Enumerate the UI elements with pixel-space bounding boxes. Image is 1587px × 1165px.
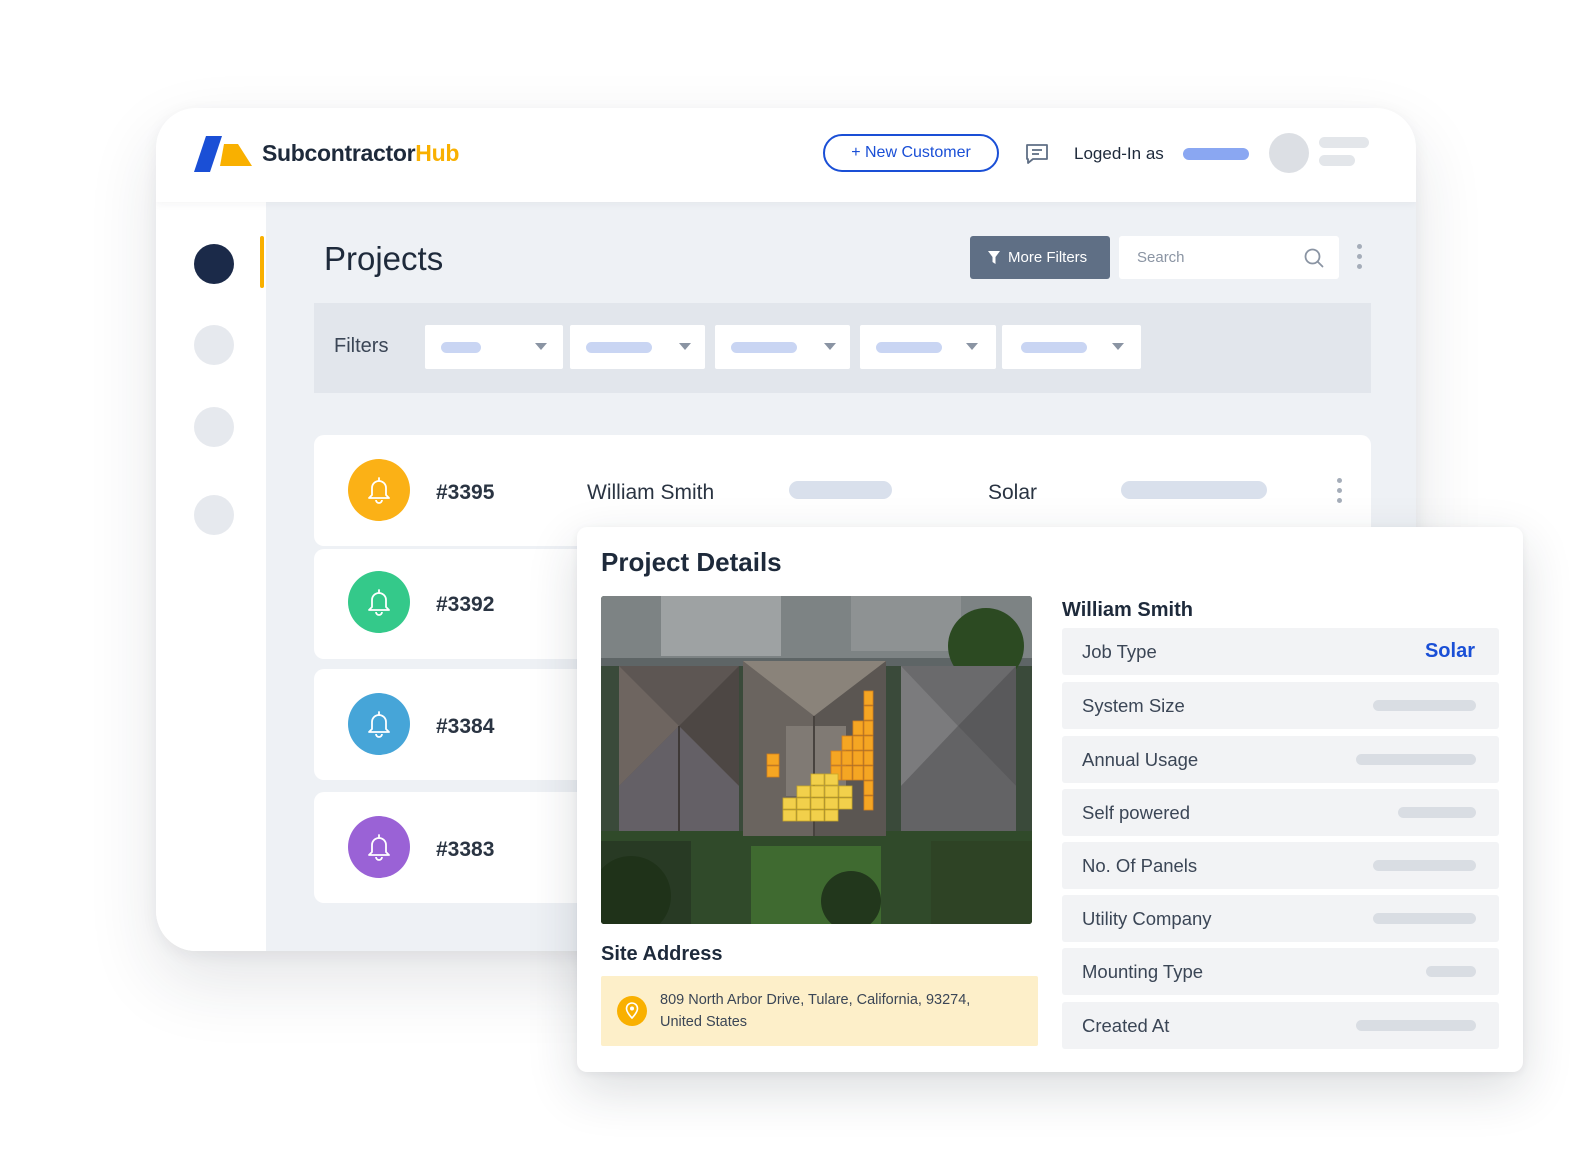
- aerial-roof-image: [601, 596, 1032, 924]
- bell-icon: [368, 589, 390, 616]
- location-pin-icon: [617, 996, 647, 1026]
- utility-company-placeholder: [1373, 913, 1476, 924]
- funnel-icon: [988, 251, 1000, 264]
- chevron-down-icon: [679, 343, 691, 350]
- search-input[interactable]: [1119, 236, 1299, 279]
- search-icon[interactable]: [1303, 247, 1325, 269]
- more-filters-button[interactable]: More Filters: [970, 236, 1110, 279]
- bell-icon: [368, 834, 390, 861]
- system-size-row: System Size: [1062, 682, 1499, 729]
- user-avatar[interactable]: [1269, 133, 1309, 173]
- sidebar-item-2[interactable]: [194, 325, 234, 365]
- page-more-options-icon[interactable]: [1357, 244, 1363, 270]
- mounting-type-label: Mounting Type: [1082, 961, 1204, 982]
- project-id: #3395: [436, 481, 495, 504]
- notification-badge: [348, 459, 410, 521]
- filter-dropdown-5[interactable]: [1002, 325, 1141, 369]
- chevron-down-icon: [966, 343, 978, 350]
- filter-dropdown-3[interactable]: [715, 325, 850, 369]
- created-at-label: Created At: [1082, 1015, 1170, 1036]
- details-customer-name: William Smith: [1062, 599, 1193, 621]
- subcontractor-hub-logo-icon[interactable]: [194, 136, 254, 172]
- annual-usage-label: Annual Usage: [1082, 749, 1199, 770]
- created-at-placeholder: [1356, 1020, 1476, 1031]
- self-powered-row: Self powered: [1062, 789, 1499, 836]
- system-size-label: System Size: [1082, 695, 1185, 716]
- utility-company-label: Utility Company: [1082, 908, 1212, 929]
- bell-icon: [368, 711, 390, 738]
- site-address-text: 809 North Arbor Drive, Tulare, Californi…: [660, 989, 1020, 1033]
- project-details-panel: Project Details Site Address 809 North A…: [577, 527, 1523, 1072]
- self-powered-label: Self powered: [1082, 802, 1190, 823]
- project-id: #3384: [436, 715, 495, 738]
- sidebar-item-projects[interactable]: [194, 244, 234, 284]
- project-id: #3383: [436, 838, 495, 861]
- chevron-down-icon: [1112, 343, 1124, 350]
- address-line-1: 809 North Arbor Drive, Tulare, Californi…: [660, 992, 971, 1008]
- more-filters-label: More Filters: [1008, 249, 1088, 266]
- panels-row: No. Of Panels: [1062, 842, 1499, 889]
- site-address-box: 809 North Arbor Drive, Tulare, Californi…: [601, 976, 1038, 1046]
- brand-name: SubcontractorHub: [262, 140, 460, 166]
- filter-dropdown-4[interactable]: [860, 325, 996, 369]
- logged-in-label: Loged-In as: [1074, 144, 1164, 163]
- notification-badge: [348, 571, 410, 633]
- chevron-down-icon: [824, 343, 836, 350]
- filters-bar: Filters: [314, 303, 1371, 393]
- job-type-row: Job Type Solar: [1062, 628, 1499, 675]
- new-customer-button[interactable]: + New Customer: [823, 134, 999, 172]
- created-at-row: Created At: [1062, 1002, 1499, 1049]
- page-title: Projects: [324, 240, 444, 277]
- job-type-label: Job Type: [1082, 641, 1157, 662]
- self-powered-placeholder: [1398, 807, 1476, 818]
- site-address-title: Site Address: [601, 943, 723, 965]
- filter-dropdown-2[interactable]: [570, 325, 705, 369]
- bell-icon: [368, 477, 390, 504]
- user-name-placeholder: [1319, 137, 1369, 148]
- notification-badge: [348, 693, 410, 755]
- row-more-options-icon[interactable]: [1337, 478, 1343, 504]
- annual-usage-placeholder: [1356, 754, 1476, 765]
- status-placeholder: [789, 481, 892, 499]
- mounting-type-row: Mounting Type: [1062, 948, 1499, 995]
- system-size-placeholder: [1373, 700, 1476, 711]
- panels-placeholder: [1373, 860, 1476, 871]
- panels-label: No. Of Panels: [1082, 855, 1198, 876]
- date-placeholder: [1121, 481, 1267, 499]
- sidebar-active-indicator: [260, 236, 264, 288]
- sidebar: [156, 202, 266, 951]
- notification-badge: [348, 816, 410, 878]
- address-line-2: United States: [660, 1014, 748, 1030]
- job-type-value: Solar: [1424, 640, 1475, 662]
- annual-usage-row: Annual Usage: [1062, 736, 1499, 783]
- project-id: #3392: [436, 593, 495, 616]
- user-role-placeholder: [1319, 155, 1355, 166]
- chevron-down-icon: [535, 343, 547, 350]
- sidebar-item-3[interactable]: [194, 407, 234, 447]
- filter-dropdown-1[interactable]: [425, 325, 563, 369]
- search-box: [1119, 236, 1339, 279]
- chat-icon[interactable]: [1024, 141, 1050, 167]
- job-type: Solar: [988, 481, 1038, 504]
- mounting-type-placeholder: [1426, 966, 1476, 977]
- filters-label: Filters: [334, 335, 389, 357]
- sidebar-item-4[interactable]: [194, 495, 234, 535]
- customer-name: William Smith: [587, 481, 715, 504]
- utility-company-row: Utility Company: [1062, 895, 1499, 942]
- top-header: SubcontractorHub + New Customer Loged-In…: [156, 108, 1416, 202]
- logged-in-user-placeholder: [1183, 148, 1249, 160]
- project-details-title: Project Details: [601, 547, 782, 577]
